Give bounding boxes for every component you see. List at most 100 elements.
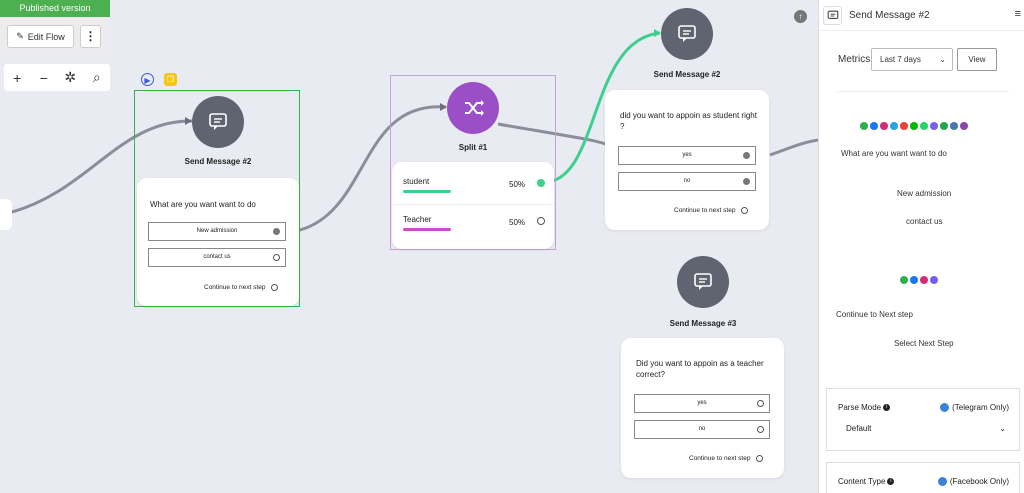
zoom-in-icon[interactable]: +	[7, 70, 27, 86]
split-title: Split #1	[458, 143, 488, 152]
messenger-icon	[870, 122, 878, 130]
connector-ring[interactable]	[757, 426, 764, 433]
instagram-icon	[920, 276, 928, 284]
parse-mode-note: (Telegram Only)	[940, 403, 1009, 413]
send1-message-icon[interactable]	[192, 96, 244, 148]
send1-option-contact-us[interactable]: contact us	[148, 248, 286, 267]
panel-option-contact-us[interactable]: contact us	[906, 217, 942, 226]
content-type-note-text: (Facebook Only)	[949, 477, 1009, 486]
entry-node-stub[interactable]	[0, 199, 12, 230]
send2-option-no[interactable]: no	[618, 172, 756, 191]
connector-dot[interactable]	[273, 228, 280, 235]
info-icon[interactable]: i	[883, 404, 891, 412]
connector-ring[interactable]	[757, 400, 764, 407]
split-row-student[interactable]: student	[403, 177, 429, 186]
parse-mode-value: Default	[846, 424, 872, 433]
connector-ring[interactable]	[273, 254, 280, 261]
period-select[interactable]: Last 7 days ⌄	[871, 48, 953, 71]
split-percent-student: 50%	[509, 180, 526, 189]
channel-icons-row	[860, 122, 968, 130]
pencil-icon: ✎	[16, 31, 24, 41]
line-icon	[910, 122, 918, 130]
split-card[interactable]: student 50% Teacher 50%	[392, 162, 554, 249]
magic-wand-icon[interactable]: ✲	[60, 69, 80, 86]
send3-title: Send Message #3	[669, 319, 737, 328]
wechat-icon	[860, 122, 868, 130]
next-step-label: Continue to next step	[689, 455, 751, 463]
panel-title: Send Message #2	[849, 10, 930, 21]
send1-next-step[interactable]: Continue to next step	[204, 284, 279, 292]
send2-card[interactable]: did you want to appoin as student right …	[605, 90, 769, 230]
send2-message-icon[interactable]	[661, 8, 713, 60]
send2-title: Send Message #2	[653, 70, 721, 79]
zoom-controls: + − ✲ ⌕	[4, 64, 110, 91]
send2-option-yes[interactable]: yes	[618, 146, 756, 165]
published-version-banner: Published version	[0, 0, 110, 17]
send3-question: Did you want to appoin as a teacher corr…	[636, 359, 764, 379]
connector-ring[interactable]	[741, 207, 749, 214]
send3-card[interactable]: Did you want to appoin as a teacher corr…	[621, 338, 784, 478]
split-bar-teacher	[403, 228, 451, 231]
properties-panel: Send Message #2 ≡ Metrics Last 7 days ⌄ …	[818, 0, 1024, 493]
telegram-icon	[940, 403, 950, 413]
connector-dot[interactable]	[743, 152, 750, 159]
edit-flow-button[interactable]: ✎ Edit Flow	[7, 25, 74, 48]
chevron-down-icon: ⌄	[939, 55, 946, 64]
flow-canvas[interactable]: Published version ✎ Edit Flow ⋮ + − ✲ ⌕ …	[0, 0, 818, 493]
option-label: yes	[682, 152, 692, 158]
send1-question: What are you want want to do	[150, 200, 256, 209]
chat-icon	[940, 122, 948, 130]
zoom-out-icon[interactable]: −	[34, 70, 54, 86]
connector-dot[interactable]	[743, 178, 750, 185]
panel-header: Send Message #2 ≡	[819, 0, 1024, 31]
split-connector-student[interactable]	[537, 179, 545, 187]
send2-question: did you want to appoin as student right …	[620, 111, 757, 131]
content-type-text: Content Type	[838, 477, 886, 486]
metrics-label: Metrics	[838, 54, 871, 65]
send2-next-step[interactable]: Continue to next step	[674, 207, 749, 215]
search-icon[interactable]: ⌕	[87, 69, 107, 86]
panel-option-new-admission[interactable]: New admission	[897, 189, 951, 198]
split-row-teacher[interactable]: Teacher	[403, 215, 431, 224]
google-icon	[900, 122, 908, 130]
select-next-step[interactable]: Select Next Step	[894, 339, 954, 348]
info-icon[interactable]: i	[887, 478, 895, 486]
send3-option-yes[interactable]: yes	[634, 394, 770, 413]
split-shuffle-icon[interactable]	[447, 82, 499, 134]
viber-icon	[930, 276, 938, 284]
edit-flow-label: Edit Flow	[27, 31, 65, 42]
divider	[837, 91, 1009, 92]
parse-mode-label: Parse Mode i	[838, 403, 891, 412]
play-icon[interactable]: ▶	[141, 73, 154, 86]
option-label: no	[698, 426, 706, 432]
split-label: student	[403, 177, 430, 186]
wechat-icon	[900, 276, 908, 284]
next-step-label: Continue to next step	[674, 207, 736, 215]
send3-option-no[interactable]: no	[634, 420, 770, 439]
send3-message-icon[interactable]	[677, 256, 729, 308]
more-options-button[interactable]: ⋮	[80, 25, 101, 48]
send1-card[interactable]: What are you want want to do New admissi…	[137, 178, 299, 306]
split-connector-teacher[interactable]	[537, 217, 545, 225]
content-type-label: Content Type i	[838, 477, 895, 486]
copy-icon[interactable]: ❐	[164, 73, 177, 86]
next-step-label: Continue to next step	[204, 284, 266, 292]
telegram-icon	[890, 122, 898, 130]
toolbar: ✎ Edit Flow ⋮	[0, 17, 110, 57]
continue-label: Continue to Next step	[836, 310, 913, 319]
menu-icon[interactable]: ≡	[1015, 8, 1021, 20]
parse-mode-note-text: (Telegram Only)	[952, 403, 1009, 412]
parse-mode-select[interactable]: Default ⌄	[846, 424, 1006, 433]
messenger-icon	[910, 276, 918, 284]
option-label: no	[683, 178, 691, 184]
send1-option-new-admission[interactable]: New admission	[148, 222, 286, 241]
connector-ring[interactable]	[271, 284, 279, 291]
whatsapp-icon	[920, 122, 928, 130]
arrow-head	[654, 29, 661, 37]
connector-ring[interactable]	[756, 455, 764, 462]
vk-icon	[950, 122, 958, 130]
view-button[interactable]: View	[957, 48, 997, 71]
upload-icon[interactable]: ↑	[794, 10, 807, 23]
option-label: yes	[697, 400, 707, 406]
send3-next-step[interactable]: Continue to next step	[689, 455, 764, 463]
